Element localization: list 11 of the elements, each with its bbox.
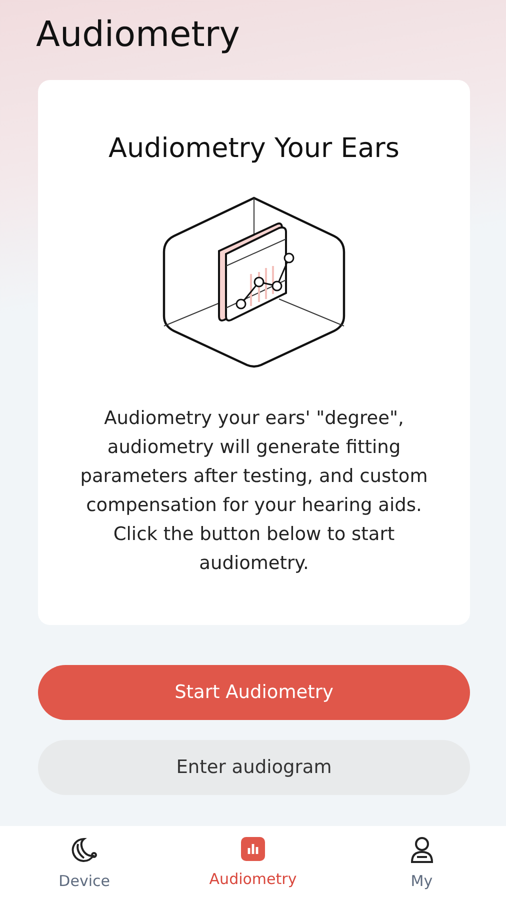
card-title: Audiometry Your Ears xyxy=(108,132,400,166)
device-icon xyxy=(70,836,98,864)
description-text: Audiometry your ears' "degree", audiometry will generate fitting parameters after testing, and custom compensation for your hearing aids. Click the button below to start audiometry. xyxy=(79,407,429,576)
window-title: Audiometry xyxy=(36,14,241,57)
start-button[interactable]: Start Audiometry xyxy=(38,665,470,720)
nav-tab[interactable]: My xyxy=(337,826,506,900)
audiometry-icon xyxy=(240,836,266,862)
nav-tab[interactable]: Device xyxy=(0,826,169,900)
enter-button[interactable]: Enter audiogram xyxy=(38,740,470,795)
profile-icon xyxy=(408,836,435,864)
nav-tab[interactable]: Audiometry xyxy=(168,826,338,900)
